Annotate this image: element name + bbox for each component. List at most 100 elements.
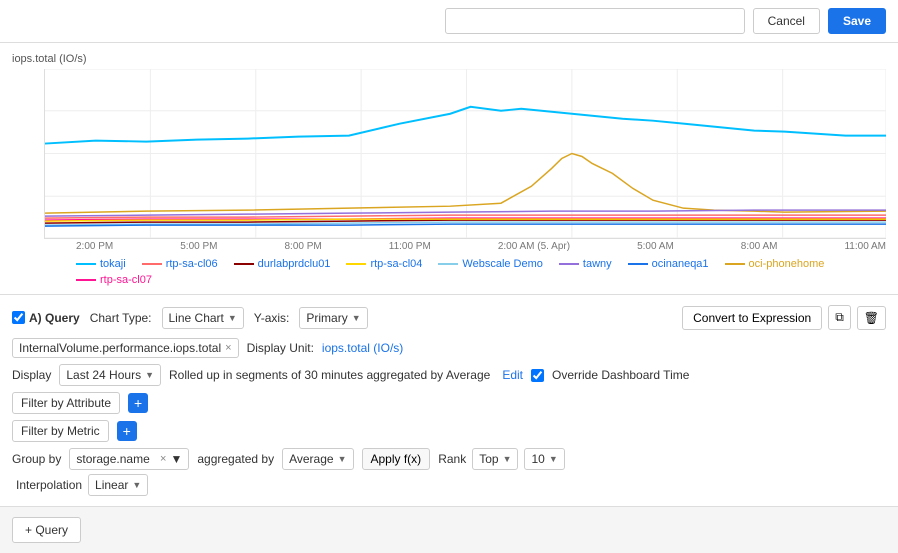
- chart-type-value: Line Chart: [169, 311, 224, 325]
- rank-value-arrow: ▼: [503, 454, 512, 464]
- legend-label-durlabprdclu01: durlabprdclu01: [258, 258, 331, 270]
- legend-line-rtp-sa-cl07: [76, 279, 96, 281]
- copy-query-button[interactable]: ⧉: [828, 305, 851, 330]
- legend-oci-phonehome[interactable]: oci-phonehome: [725, 258, 825, 270]
- add-filter-metric-button[interactable]: +: [117, 421, 137, 441]
- filter-attribute-row: Filter by Attribute +: [12, 392, 886, 414]
- add-query-button[interactable]: + Query: [12, 517, 81, 543]
- legend-label-oci-phonehome: oci-phonehome: [749, 258, 825, 270]
- query-checkbox[interactable]: [12, 311, 25, 324]
- rank-number: 10: [531, 452, 544, 466]
- legend-label-webscale-demo: Webscale Demo: [462, 258, 543, 270]
- legend-label-rtp-sa-cl04: rtp-sa-cl04: [370, 258, 422, 270]
- query-checkbox-label[interactable]: A) Query: [12, 311, 80, 325]
- query-name-input[interactable]: Average iops.total by storage.name: [445, 8, 745, 34]
- cancel-button[interactable]: Cancel: [753, 8, 820, 34]
- interpolation-select[interactable]: Linear ▼: [88, 474, 148, 496]
- legend-line-rtp-sa-cl06: [142, 263, 162, 265]
- legend-webscale-demo[interactable]: Webscale Demo: [438, 258, 543, 270]
- display-unit-value[interactable]: iops.total (IO/s): [322, 341, 403, 355]
- x-label-3: 8:00 PM: [285, 241, 322, 252]
- metric-tag-remove[interactable]: ×: [225, 342, 231, 354]
- x-label-1: 2:00 PM: [76, 241, 113, 252]
- metric-tag: InternalVolume.performance.iops.total ×: [12, 338, 239, 358]
- delete-query-button[interactable]: 🗑: [857, 306, 886, 330]
- y-axis-label: Y-axis:: [254, 311, 290, 325]
- interpolation-arrow: ▼: [132, 480, 141, 490]
- filter-metric-row: Filter by Metric +: [12, 420, 886, 442]
- legend-line-rtp-sa-cl04: [346, 263, 366, 265]
- edit-link[interactable]: Edit: [502, 368, 523, 382]
- aggregated-by-arrow: ▼: [338, 454, 347, 464]
- chart-type-arrow: ▼: [228, 313, 237, 323]
- convert-to-expression-button[interactable]: Convert to Expression: [682, 306, 822, 330]
- metric-row: InternalVolume.performance.iops.total × …: [12, 338, 886, 358]
- legend-tokaji[interactable]: tokaji: [76, 258, 126, 270]
- bottom-bar: + Query: [0, 507, 898, 553]
- legend-label-rtp-sa-cl06: rtp-sa-cl06: [166, 258, 218, 270]
- group-by-arrow: ▼: [170, 452, 182, 466]
- rank-number-select[interactable]: 10 ▼: [524, 448, 564, 470]
- legend-label-tawny: tawny: [583, 258, 612, 270]
- apply-fx-button[interactable]: Apply f(x): [362, 448, 431, 470]
- chart-svg: [45, 69, 886, 238]
- delete-icon: 🗑: [864, 311, 879, 325]
- chart-y-axis-label: iops.total (IO/s): [12, 53, 886, 65]
- x-label-8: 11:00 AM: [844, 241, 886, 252]
- x-label-7: 8:00 AM: [741, 241, 778, 252]
- chart-section: iops.total (IO/s) 600 400 200 0: [0, 43, 898, 295]
- y-axis-arrow: ▼: [352, 313, 361, 323]
- time-range-value: Last 24 Hours: [66, 368, 141, 382]
- time-range-select[interactable]: Last 24 Hours ▼: [59, 364, 161, 386]
- x-label-4: 11:00 PM: [389, 241, 431, 252]
- filter-attribute-btn[interactable]: Filter by Attribute: [12, 392, 120, 414]
- legend-label-ocinaneqa1: ocinaneqa1: [652, 258, 709, 270]
- group-by-label: Group by: [12, 452, 61, 466]
- x-labels: 2:00 PM 5:00 PM 8:00 PM 11:00 PM 2:00 AM…: [44, 241, 886, 252]
- x-label-5: 2:00 AM (5. Apr): [498, 241, 570, 252]
- filter-metric-btn[interactable]: Filter by Metric: [12, 420, 109, 442]
- override-dashboard-checkbox[interactable]: [531, 369, 544, 382]
- copy-icon: ⧉: [835, 310, 844, 324]
- legend-tawny[interactable]: tawny: [559, 258, 612, 270]
- aggregated-by-label: aggregated by: [197, 452, 274, 466]
- aggregated-by-value: Average: [289, 452, 333, 466]
- rank-section: Rank Top ▼ 10 ▼: [438, 448, 565, 470]
- legend-rtp-sa-cl07[interactable]: rtp-sa-cl07: [76, 274, 152, 286]
- chart-type-label: Chart Type:: [90, 311, 152, 325]
- legend-ocinaneqa1[interactable]: ocinaneqa1: [628, 258, 709, 270]
- chart-type-select[interactable]: Line Chart ▼: [162, 307, 244, 329]
- add-filter-attribute-button[interactable]: +: [128, 393, 148, 413]
- query-header-row: A) Query Chart Type: Line Chart ▼ Y-axis…: [12, 305, 886, 330]
- group-by-remove[interactable]: ×: [160, 453, 166, 465]
- display-label: Display: [12, 368, 51, 382]
- query-section-label: A) Query: [29, 311, 80, 325]
- top-bar: Average iops.total by storage.name Cance…: [0, 0, 898, 43]
- interpolation-row: Interpolation Linear ▼: [16, 474, 886, 496]
- group-by-value: storage.name: [76, 452, 149, 466]
- group-by-select[interactable]: storage.name × ▼: [69, 448, 189, 470]
- rank-value-select[interactable]: Top ▼: [472, 448, 518, 470]
- legend-durlabprdclu01[interactable]: durlabprdclu01: [234, 258, 331, 270]
- rank-value: Top: [479, 452, 498, 466]
- chart-area: [44, 69, 886, 239]
- add-query-label: + Query: [25, 523, 68, 537]
- save-button[interactable]: Save: [828, 8, 886, 34]
- query-header-right: Convert to Expression ⧉ 🗑: [682, 305, 886, 330]
- y-axis-value: Primary: [306, 311, 347, 325]
- time-range-arrow: ▼: [145, 370, 154, 380]
- legend-rtp-sa-cl04[interactable]: rtp-sa-cl04: [346, 258, 422, 270]
- legend-line-ocinaneqa1: [628, 263, 648, 265]
- y-axis-select[interactable]: Primary ▼: [299, 307, 367, 329]
- query-section: A) Query Chart Type: Line Chart ▼ Y-axis…: [0, 295, 898, 507]
- legend-rtp-sa-cl06[interactable]: rtp-sa-cl06: [142, 258, 218, 270]
- x-label-2: 5:00 PM: [180, 241, 217, 252]
- interpolation-label: Interpolation: [16, 478, 82, 492]
- filter-metric-label: Filter by Metric: [21, 424, 100, 438]
- aggregated-by-select[interactable]: Average ▼: [282, 448, 353, 470]
- display-unit-label: Display Unit:: [247, 341, 314, 355]
- chart-wrapper: 600 400 200 0: [12, 69, 886, 286]
- interpolation-value: Linear: [95, 478, 128, 492]
- legend-line-tokaji: [76, 263, 96, 265]
- legend-line-tawny: [559, 263, 579, 265]
